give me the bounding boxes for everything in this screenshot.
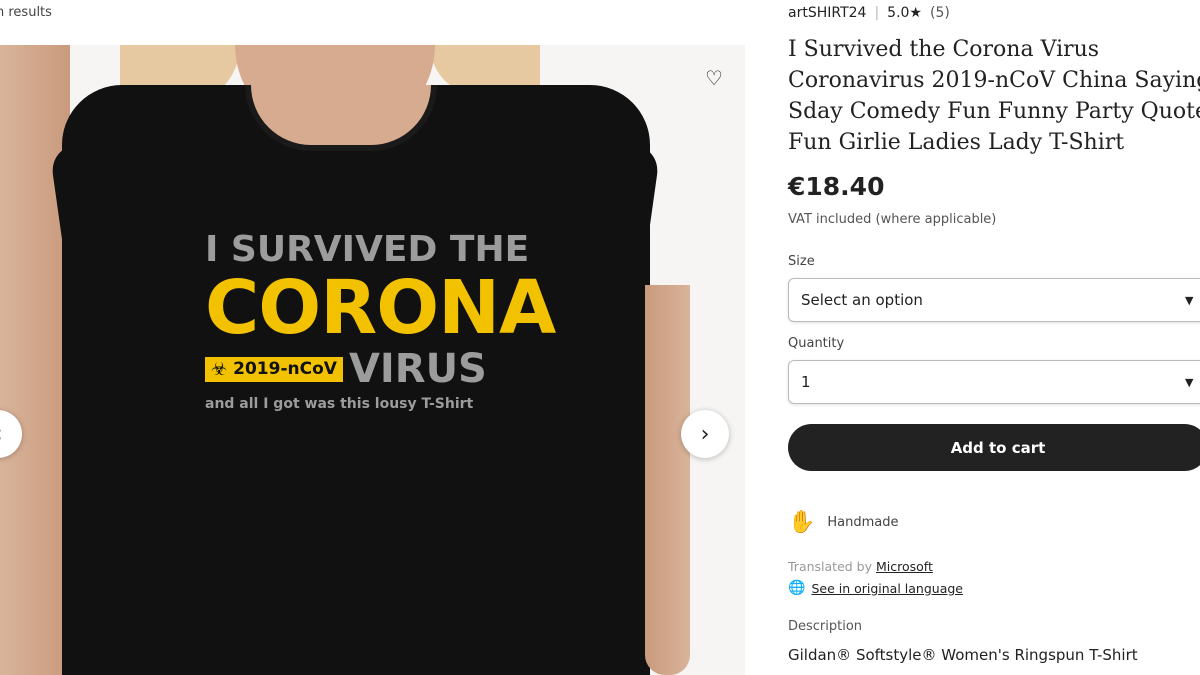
translated-by-label: Translated by — [788, 559, 872, 574]
handmade-row: ✋ Handmade — [788, 510, 899, 535]
print-virus: VIRUS — [348, 346, 487, 392]
shop-name-link[interactable]: artSHIRT24 — [788, 5, 866, 21]
caret-down-icon: ▼ — [1185, 375, 1194, 389]
translated-by: Translated by Microsoft — [788, 559, 933, 574]
original-language-row[interactable]: 🌐 See in original language — [788, 580, 963, 596]
shop-rating: 5.0★ — [887, 5, 922, 21]
shirt-print: I SURVIVED THE CORONA ☣ 2019-nCoV VIRUS … — [205, 229, 556, 412]
divider: | — [874, 5, 880, 21]
description-text: Gildan® Softstyle® Women's Ringspun T-Sh… — [788, 646, 1138, 664]
print-line-3: ☣ 2019-nCoV VIRUS — [205, 348, 505, 390]
print-line-1: I SURVIVED THE — [205, 229, 530, 270]
size-label: Size — [788, 254, 815, 269]
shop-row: artSHIRT24 | 5.0★ (5) — [788, 5, 950, 21]
handmade-label: Handmade — [827, 515, 899, 530]
model-arm-left — [0, 45, 70, 675]
next-image-button[interactable]: › — [681, 410, 729, 458]
quantity-select-value: 1 — [801, 373, 811, 391]
chevron-right-icon: › — [700, 421, 710, 447]
rating-count[interactable]: (5) — [930, 5, 950, 21]
size-select[interactable]: Select an option ▼ — [788, 278, 1200, 322]
size-select-value: Select an option — [801, 291, 923, 309]
print-line-2: CORONA — [205, 265, 556, 351]
quantity-select[interactable]: 1 ▼ — [788, 360, 1200, 404]
chevron-left-icon: ‹ — [0, 422, 2, 447]
back-to-search-results-link[interactable]: n results — [0, 5, 52, 20]
title-line: Sday Comedy Fun Funny Party Quote — [788, 99, 1200, 124]
title-line: Fun Girlie Ladies Lady T-Shirt — [788, 130, 1125, 155]
product-image: I SURVIVED THE CORONA ☣ 2019-nCoV VIRUS … — [0, 45, 745, 675]
globe-icon: 🌐 — [788, 580, 806, 596]
hand-icon: ✋ — [788, 510, 816, 535]
description-label: Description — [788, 619, 863, 634]
translator-link[interactable]: Microsoft — [876, 559, 933, 574]
caret-down-icon: ▼ — [1185, 293, 1194, 307]
favorite-heart-icon[interactable]: ♡ — [700, 64, 728, 92]
print-line-4: and all I got was this lousy T-Shirt — [205, 396, 474, 412]
add-to-cart-button[interactable]: Add to cart — [788, 424, 1200, 471]
title-line: Coronavirus 2019-nCoV China Saying — [788, 68, 1200, 93]
biohazard-icon: ☣ — [211, 358, 228, 380]
title-line: I Survived the Corona Virus — [788, 37, 1100, 62]
product-price: €18.40 — [788, 172, 885, 201]
vat-note: VAT included (where applicable) — [788, 212, 997, 227]
see-original-language-link[interactable]: See in original language — [811, 581, 963, 596]
model-arm-right — [645, 285, 690, 675]
print-tag-text: 2019-nCoV — [233, 359, 337, 379]
quantity-label: Quantity — [788, 336, 845, 351]
print-tag: ☣ 2019-nCoV — [205, 356, 343, 382]
product-title: I Survived the Corona Virus Coronavirus … — [788, 34, 1200, 158]
